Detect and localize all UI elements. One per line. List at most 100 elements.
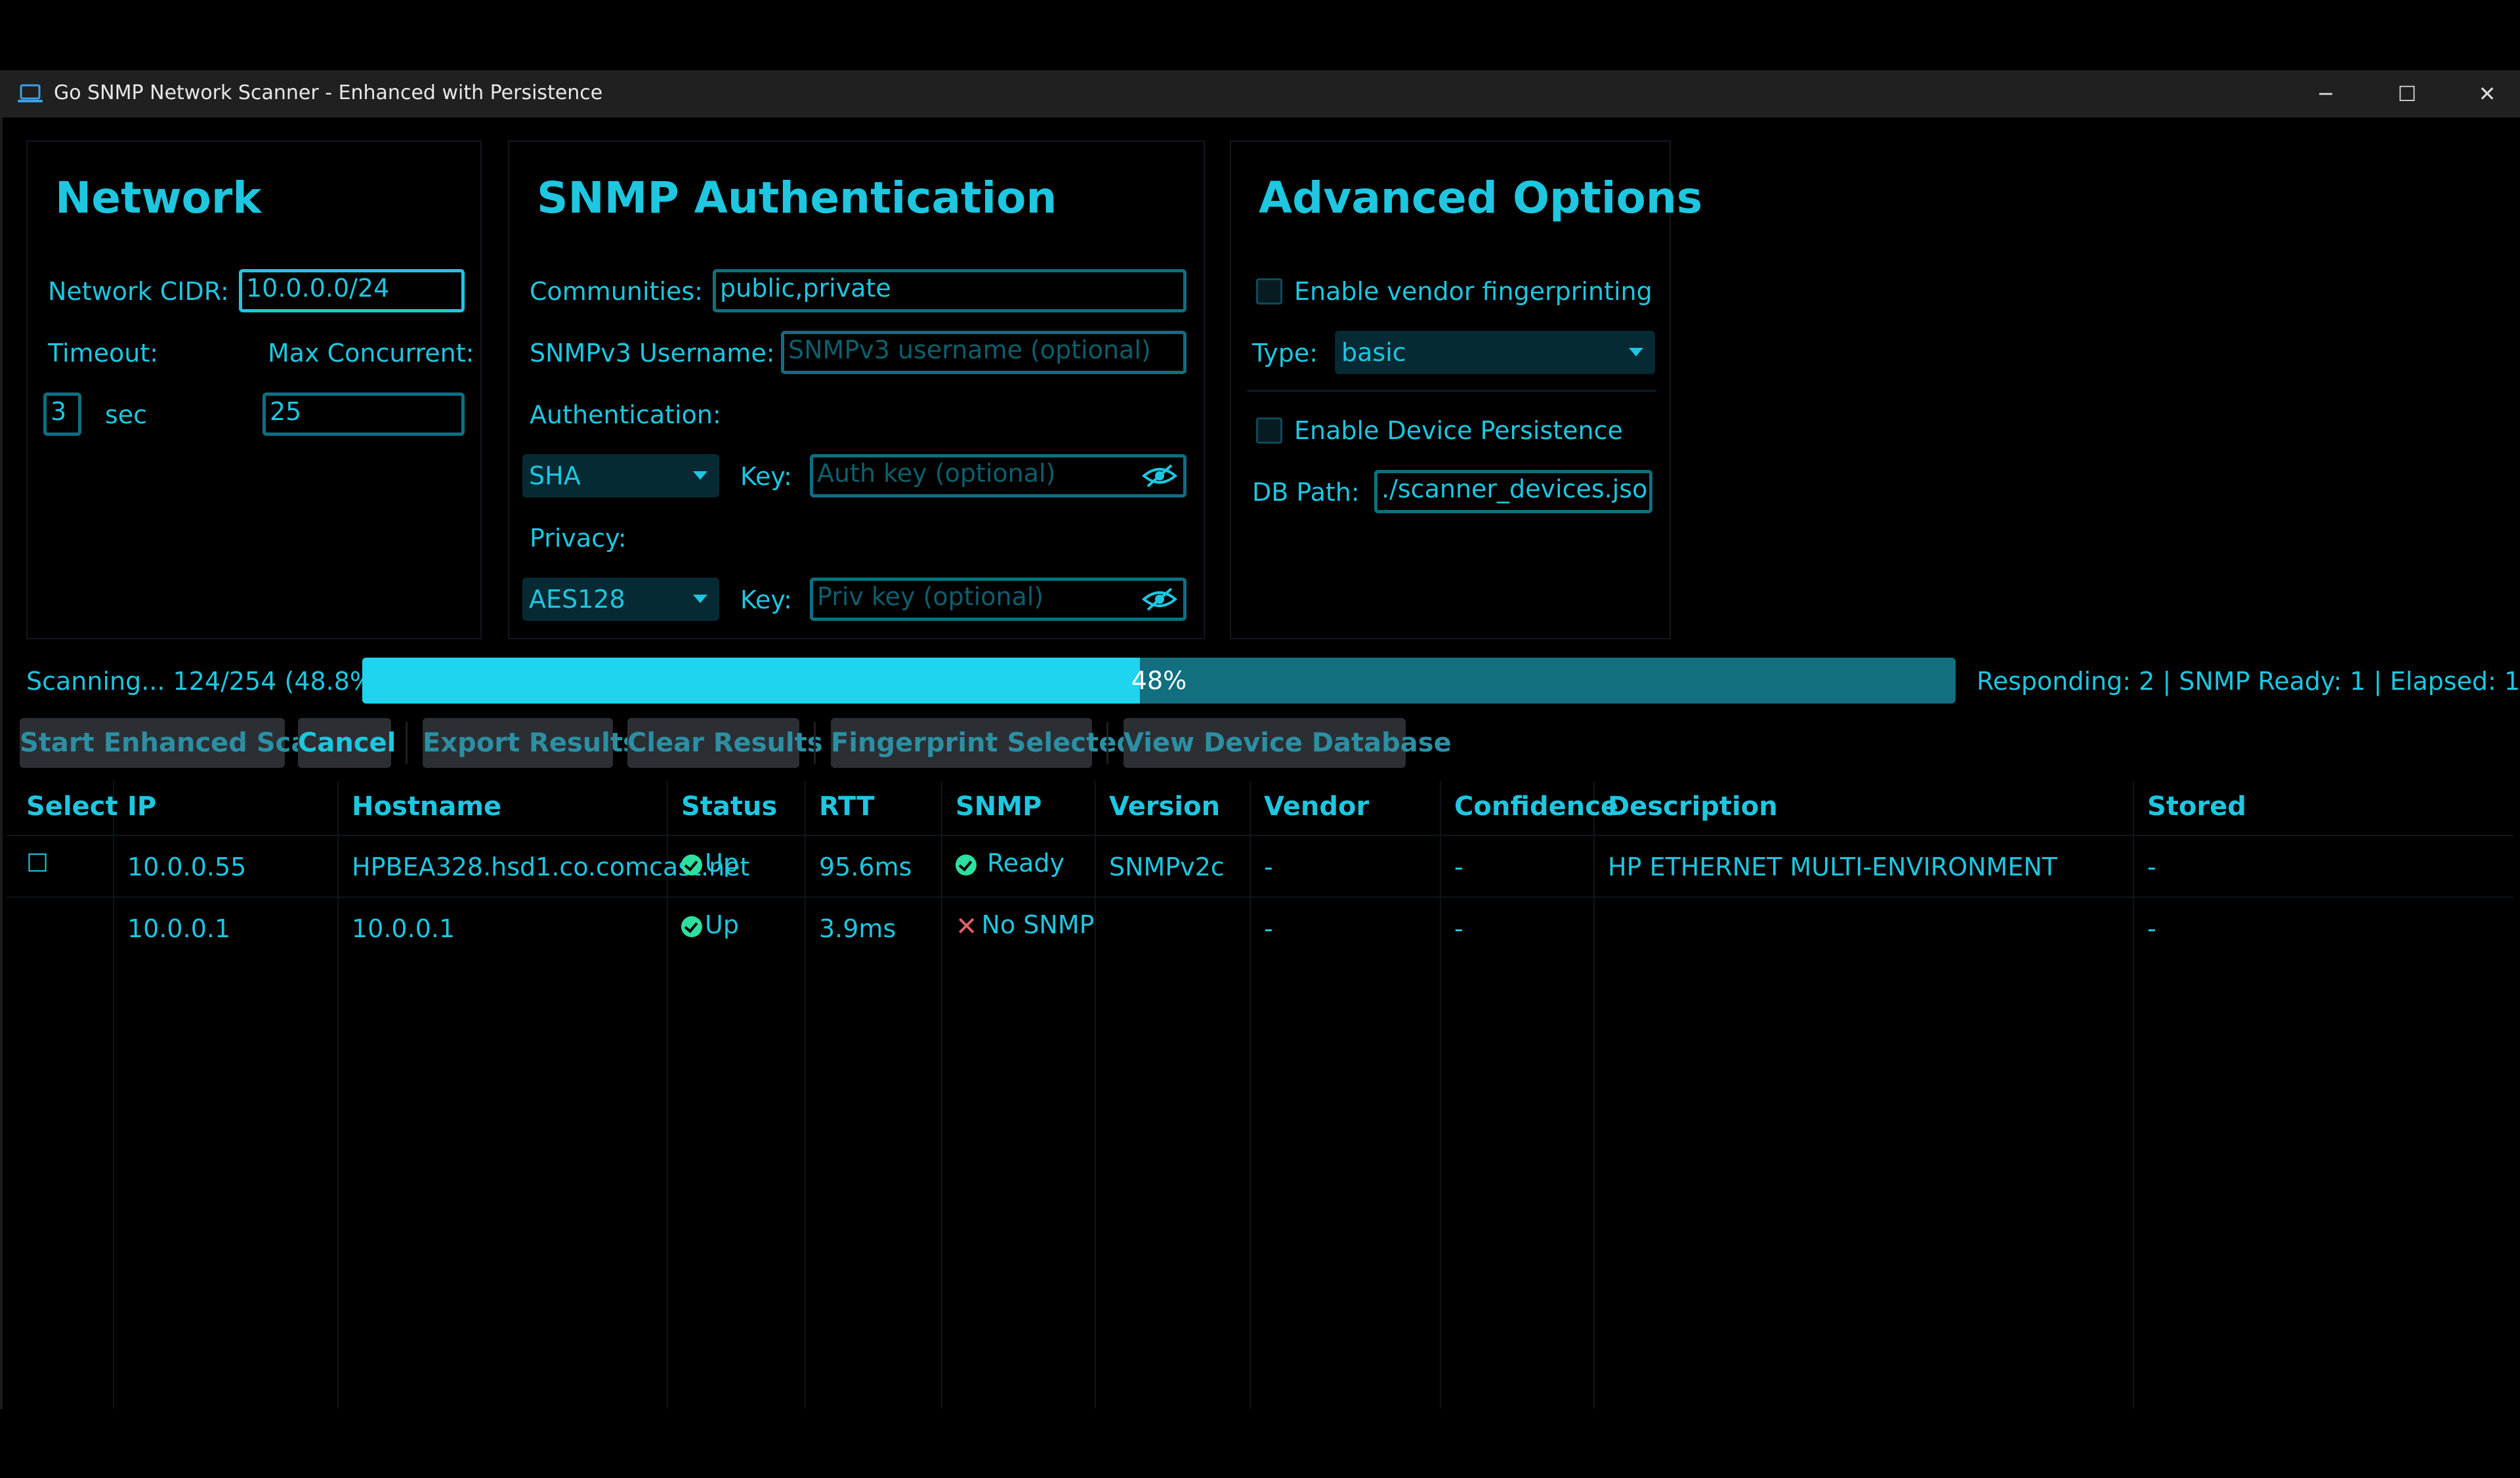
column-header-hostname[interactable]: Hostname: [352, 790, 501, 823]
cell-hostname: 10.0.0.1: [352, 914, 455, 943]
priv-protocol-select[interactable]: AES128: [522, 578, 719, 621]
check-circle-icon: [681, 854, 702, 876]
auth-protocol-select[interactable]: SHA: [522, 454, 719, 497]
priv-protocol-value: AES128: [529, 585, 625, 614]
cell-description: HP ETHERNET MULTI-ENVIRONMENT: [1608, 853, 2057, 881]
db-path-input[interactable]: ./scanner_devices.json: [1374, 470, 1652, 513]
column-header-confidence[interactable]: Confidence: [1454, 790, 1618, 823]
check-circle-icon: [681, 916, 702, 937]
status-text: Up: [705, 910, 739, 939]
snmpv3-username-input[interactable]: SNMPv3 username (optional): [781, 331, 1186, 374]
snmp-text: No SNMP: [981, 910, 1095, 939]
laptop-icon: [18, 84, 43, 102]
cell-ip: 10.0.0.55: [127, 853, 247, 881]
cell-rtt: 95.6ms: [819, 853, 912, 881]
network-heading: Network: [55, 173, 262, 223]
cell-status: Up: [681, 908, 739, 941]
fingerprint-type-select[interactable]: basic: [1335, 331, 1655, 374]
column-header-rtt[interactable]: RTT: [819, 790, 875, 823]
toolbar-separator: [814, 722, 816, 764]
cell-ip: 10.0.0.1: [127, 914, 231, 943]
timeout-unit: sec: [105, 400, 148, 429]
column-header-snmp[interactable]: SNMP: [956, 790, 1041, 823]
column-header-ip[interactable]: IP: [127, 790, 156, 823]
type-label: Type:: [1252, 339, 1318, 368]
fingerprint-selected-button[interactable]: Fingerprint Selected: [831, 718, 1135, 768]
auth-key-placeholder: Auth key (optional): [817, 459, 1056, 488]
persistence-label: Enable Device Persistence: [1294, 416, 1623, 445]
username-label: SNMPv3 Username:: [530, 339, 775, 368]
timeout-input[interactable]: 3: [43, 392, 81, 436]
communities-label: Communities:: [530, 277, 703, 306]
column-divider: [337, 781, 339, 1408]
close-button[interactable]: ✕: [2448, 70, 2520, 117]
cell-vendor: -: [1264, 914, 1273, 943]
toolbar-separator: [1106, 722, 1108, 764]
eye-off-icon[interactable]: [1141, 463, 1178, 489]
column-header-vendor[interactable]: Vendor: [1264, 790, 1369, 823]
row-divider: [7, 897, 2513, 898]
auth-key-input[interactable]: Auth key (optional): [810, 454, 1186, 497]
snmp-auth-heading: SNMP Authentication: [537, 173, 1057, 223]
column-divider: [1250, 781, 1251, 1408]
cancel-button[interactable]: Cancel: [298, 718, 396, 768]
column-divider: [2133, 781, 2134, 1408]
cidr-input[interactable]: 10.0.0.0/24: [239, 269, 465, 312]
toolbar-separator: [406, 722, 408, 764]
auth-key-label: Key:: [740, 462, 792, 491]
cell-status: Up: [681, 847, 739, 879]
cell-confidence: -: [1454, 853, 1463, 881]
scan-stats-text: Responding: 2 | SNMP Ready: 1 | Elapsed:…: [1977, 667, 2520, 696]
cell-stored: -: [2147, 914, 2156, 943]
column-divider: [941, 781, 942, 1408]
advanced-heading: Advanced Options: [1259, 173, 1703, 223]
column-header-description[interactable]: Description: [1608, 790, 1778, 823]
maximize-button[interactable]: ☐: [2368, 70, 2446, 117]
priv-key-placeholder: Priv key (optional): [817, 582, 1044, 611]
chevron-down-icon: [693, 471, 707, 480]
chevron-down-icon: [693, 595, 707, 603]
cidr-label: Network CIDR:: [48, 277, 229, 306]
priv-key-label: Key:: [740, 585, 792, 614]
clear-results-button[interactable]: Clear Results: [627, 718, 823, 768]
column-header-stored[interactable]: Stored: [2147, 790, 2246, 823]
username-placeholder: SNMPv3 username (optional): [788, 335, 1151, 364]
type-value: basic: [1341, 338, 1406, 367]
priv-key-input[interactable]: Priv key (optional): [810, 578, 1186, 621]
fingerprint-label: Enable vendor fingerprinting: [1294, 277, 1652, 306]
eye-off-icon[interactable]: [1141, 586, 1178, 612]
fingerprint-checkbox[interactable]: [1256, 278, 1282, 305]
minimize-button[interactable]: ─: [2286, 70, 2365, 117]
max-concurrent-input[interactable]: 25: [262, 392, 465, 436]
timeout-label: Timeout:: [48, 339, 159, 368]
row-divider: [7, 835, 2513, 836]
column-header-select[interactable]: Select: [26, 790, 118, 823]
row-select-checkbox[interactable]: ☐: [26, 847, 49, 879]
scan-status-text: Scanning... 124/254 (48.8%): [26, 667, 383, 696]
column-header-status[interactable]: Status: [681, 790, 777, 823]
column-divider: [805, 781, 806, 1408]
column-header-version[interactable]: Version: [1109, 790, 1220, 823]
status-text: Up: [705, 849, 739, 877]
db-path-label: DB Path:: [1252, 478, 1360, 507]
communities-input[interactable]: public,private: [713, 269, 1186, 312]
view-database-button[interactable]: View Device Database: [1124, 718, 1452, 768]
persistence-checkbox[interactable]: [1256, 417, 1282, 444]
scan-progress-bar: 48%: [362, 658, 1956, 704]
cell-rtt: 3.9ms: [819, 914, 896, 943]
cell-snmp: ✕ No SNMP: [956, 908, 1095, 943]
column-divider: [1440, 781, 1441, 1408]
chevron-down-icon: [1629, 348, 1643, 356]
export-results-button[interactable]: Export Results: [423, 718, 639, 768]
progress-percent: 48%: [1131, 666, 1187, 695]
cell-vendor: -: [1264, 853, 1273, 881]
cell-confidence: -: [1454, 914, 1463, 943]
start-scan-button[interactable]: Start Enhanced Scan: [20, 718, 327, 768]
authentication-label: Authentication:: [530, 400, 721, 429]
cell-snmp: Ready: [956, 847, 1064, 879]
window-title: Go SNMP Network Scanner - Enhanced with …: [54, 81, 603, 104]
cell-stored: -: [2147, 853, 2156, 881]
cell-version: SNMPv2c: [1109, 853, 1225, 881]
check-circle-icon: [956, 854, 976, 876]
snmp-text: Ready: [987, 849, 1065, 877]
